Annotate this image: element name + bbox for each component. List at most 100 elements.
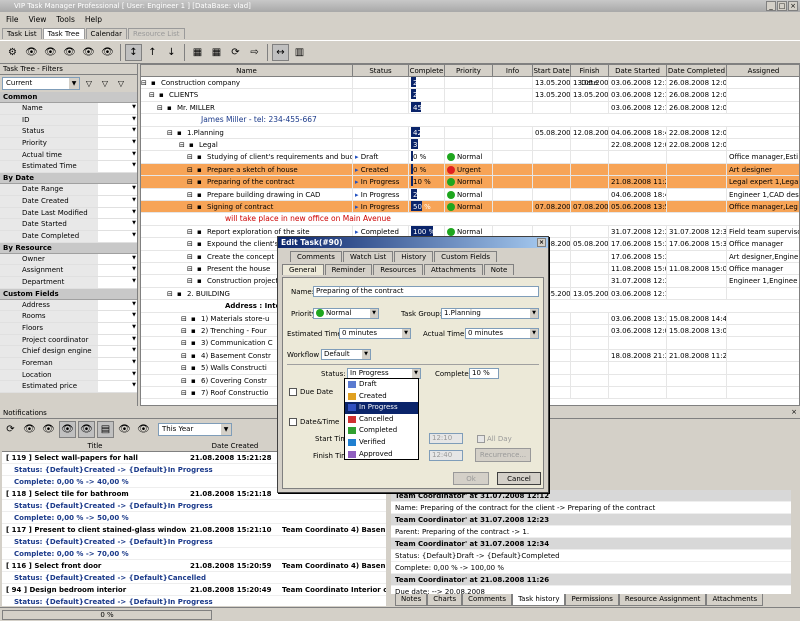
filter-value[interactable]: ▼ (98, 195, 137, 207)
table-row[interactable]: ⊟ ▪ Legal 33 % 22.08.2008 12:0822.08.2008 12… (141, 139, 799, 152)
status-option-draft[interactable]: Draft (345, 379, 418, 391)
filter-value[interactable]: ▼ (98, 265, 137, 276)
tab-notes[interactable]: Notes (395, 594, 428, 606)
task-name-cell[interactable]: ⊟ ▪ Mr. MILLER (141, 101, 353, 114)
priority-select[interactable]: Normal ▼ (313, 308, 379, 319)
filter-group-by-resource[interactable]: By Resource (0, 242, 137, 254)
col-header-name[interactable]: Name (141, 65, 353, 77)
expander-icon[interactable]: ⊟ (187, 151, 193, 163)
notification-row[interactable]: Complete: 0,00 % -> 50,00 % (2, 512, 386, 524)
expander-icon[interactable]: ⊟ (167, 127, 173, 139)
expander-icon[interactable]: ⊟ (187, 263, 193, 275)
expander-icon[interactable]: ⊟ (187, 226, 193, 238)
filter-actual-time[interactable]: Actual time ▼ (0, 149, 137, 162)
expander-icon[interactable]: ⊟ (181, 325, 187, 337)
expander-icon[interactable]: ⊟ (141, 77, 147, 89)
columns-icon[interactable]: ▥ (291, 44, 308, 61)
filter-value[interactable]: ▼ (98, 114, 137, 126)
task-name-cell[interactable]: ⊟ ▪ CLIENTS (141, 89, 353, 102)
tab-comments[interactable]: Comments (462, 594, 513, 606)
notification-row[interactable]: Status: {Default}Created -> {Default}In … (2, 500, 386, 512)
filter-preset-select[interactable]: Current ▼ (2, 77, 80, 90)
tab-task-list[interactable]: Task List (2, 28, 42, 39)
notification-row[interactable]: Status: {Default}Created -> {Default}In … (2, 596, 386, 606)
tab-task-history[interactable]: Task history (512, 594, 566, 606)
eye-user-icon[interactable]: 👁 (80, 44, 97, 61)
filter-group-by-date[interactable]: By Date (0, 173, 137, 185)
expander-icon[interactable]: ⊟ (181, 350, 187, 362)
table-row[interactable]: ⊟ ▪ Mr. MILLER 45 % 03.06.2008 12:1826.08.20… (141, 101, 799, 115)
expand-vertical-icon[interactable]: ↕ (125, 43, 142, 61)
tab-note[interactable]: Note (483, 264, 515, 275)
filter-group-common[interactable]: Common (0, 92, 137, 103)
status-option-in-progress[interactable]: In Progress (345, 402, 418, 414)
filter-value[interactable]: ▼ (98, 369, 137, 381)
filter-address[interactable]: Address ▼ (0, 299, 137, 312)
notifications-period-select[interactable]: This Year ▼ (158, 422, 232, 436)
actual-time-select[interactable]: 0 minutes ▼ (465, 328, 539, 339)
eye-user-icon[interactable]: 👁 (78, 420, 95, 438)
filter-value[interactable]: ▼ (98, 311, 137, 322)
complete-spinner[interactable]: 10 % (469, 368, 499, 379)
filter-add-icon[interactable]: ▽ (82, 77, 96, 90)
tab-task-tree[interactable]: Task Tree (42, 28, 85, 39)
filter-status[interactable]: Status ▼ (0, 126, 137, 139)
eye-check-icon[interactable]: 👁 (135, 421, 152, 438)
filter-value[interactable]: ▼ (98, 346, 137, 358)
expander-icon[interactable]: ⊟ (187, 189, 193, 201)
maximize-button[interactable]: □ (777, 1, 787, 11)
tab-attachments[interactable]: Attachments (706, 594, 764, 606)
menu-file[interactable]: File (2, 15, 23, 24)
expander-icon[interactable]: ⊟ (149, 89, 155, 101)
cancel-button[interactable]: Cancel (497, 472, 541, 485)
tree-icon[interactable]: ▦ (189, 44, 206, 61)
filter-foreman[interactable]: Foreman ▼ (0, 358, 137, 370)
table-row[interactable]: ⊟ ▪ 1.Planning 42 % 05.08.200812.08.200804.0… (141, 126, 799, 139)
task-name-cell[interactable]: ⊟ ▪ Prepare building drawing in CAD (141, 188, 353, 201)
col-header-complete[interactable]: Complete (409, 65, 445, 77)
filter-priority[interactable]: Priority ▼ (0, 138, 137, 150)
expander-icon[interactable]: ⊟ (181, 362, 187, 374)
close-button[interactable]: × (788, 1, 798, 11)
filter-value[interactable]: ▼ (98, 149, 137, 161)
notification-row[interactable]: [ 116 ] Select front door 21.08.2008 15:2… (2, 560, 386, 572)
table-row[interactable]: ⊟▪CLIENTS22 %13.05.200813.05.200803.06.2… (141, 89, 799, 102)
table-row[interactable]: will take place in new office on Main Av… (141, 213, 799, 226)
tab-resource-assignment[interactable]: Resource Assignment (618, 594, 707, 606)
tree-collapse-icon[interactable]: ▦ (208, 44, 225, 61)
eye-edit-icon[interactable]: 👁 (40, 421, 57, 438)
filter-date-last-modified[interactable]: Date Last Modified ▼ (0, 207, 137, 220)
filter-value[interactable]: ▼ (98, 299, 137, 311)
workflow-select[interactable]: Default ▼ (321, 349, 371, 360)
notification-row[interactable]: Status: {Default}Created -> {Default}Can… (2, 572, 386, 584)
eye-icon[interactable]: 👁 (21, 421, 38, 438)
task-name-cell[interactable]: ⊟ ▪ Construction company (141, 77, 353, 89)
expander-icon[interactable]: ⊟ (181, 375, 187, 387)
eye-icon[interactable]: 👁 (23, 44, 40, 61)
task-name-cell[interactable]: ⊟ ▪ Legal (141, 139, 353, 151)
status-option-verified[interactable]: Verified (345, 437, 418, 449)
filter-chief-design-engine[interactable]: Chief design engine ▼ (0, 346, 137, 359)
status-option-completed[interactable]: Completed (345, 425, 418, 437)
expander-icon[interactable]: ⊟ (187, 176, 193, 188)
tab-reminder[interactable]: Reminder (324, 264, 373, 275)
expander-icon[interactable]: ⊟ (181, 313, 187, 325)
tab-history[interactable]: History (394, 251, 434, 262)
estimated-time-select[interactable]: 0 minutes ▼ (339, 328, 411, 339)
document-icon[interactable]: ▤ (97, 420, 114, 438)
datetime-checkbox[interactable] (289, 418, 297, 426)
filter-value[interactable]: ▼ (98, 358, 137, 369)
tab-attachments[interactable]: Attachments (424, 264, 483, 275)
due-date-checkbox[interactable] (289, 388, 297, 396)
filter-project-coordinator[interactable]: Project coordinator ▼ (0, 334, 137, 347)
tab-comments[interactable]: Comments (290, 251, 342, 262)
tab-permissions[interactable]: Permissions (565, 594, 619, 606)
col-header-finish-date[interactable]: Finish Date (571, 65, 609, 87)
minimize-button[interactable]: _ (766, 1, 776, 11)
col-header-date-completed[interactable]: Date Completed (667, 65, 727, 77)
notification-row[interactable]: [ 117 ] Present to client stained-glass … (2, 524, 386, 536)
filter-value[interactable]: ▼ (98, 230, 137, 242)
menu-help[interactable]: Help (81, 15, 106, 24)
notification-row[interactable]: Status: {Default}Created -> {Default}In … (2, 536, 386, 548)
table-row[interactable]: ⊟ ▪ Studying of client's requirements and … (141, 151, 799, 164)
